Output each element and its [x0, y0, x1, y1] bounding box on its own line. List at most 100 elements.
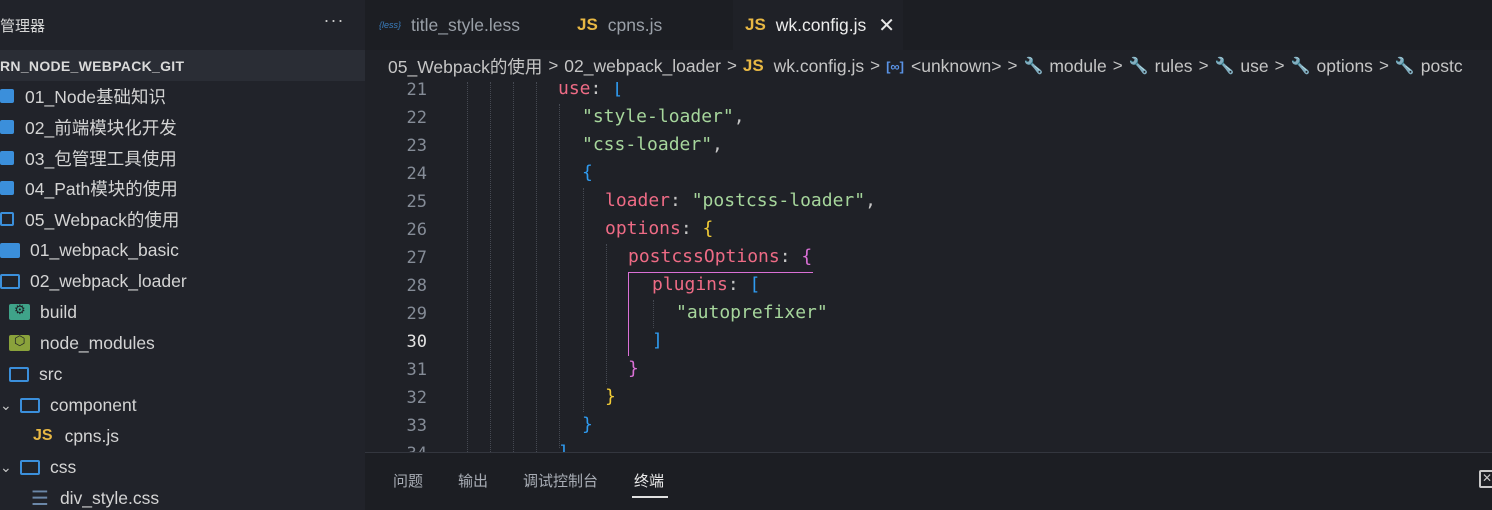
breadcrumb-unknown[interactable]: [∞] <unknown>	[886, 56, 1001, 77]
tree-folder-node-basics[interactable]: 01_Node基础知识	[0, 81, 365, 111]
code-line: 32 }	[365, 384, 1492, 412]
tree-folder-package-manager[interactable]: 03_包管理工具使用	[0, 143, 365, 173]
breadcrumb-label: rules	[1154, 55, 1193, 76]
folder-icon	[0, 89, 14, 103]
breadcrumb-use[interactable]: 🔧 use	[1215, 56, 1269, 77]
tree-folder-webpack-basic[interactable]: 01_webpack_basic	[0, 235, 365, 265]
chevron-down-icon: ⌄	[0, 458, 12, 475]
breadcrumb-separator: >	[870, 56, 881, 75]
tree-folder-node-modules[interactable]: node_modules	[0, 328, 365, 358]
tab-debug-console[interactable]: 调试控制台	[523, 470, 598, 491]
chevron-down-icon: ⌄	[0, 396, 12, 413]
breadcrumb-label: 02_webpack_loader	[564, 55, 721, 76]
tree-file-div-style-css[interactable]: ☰ div_style.css	[0, 483, 365, 510]
code-line: 31 }	[365, 356, 1492, 384]
folder-open-icon	[20, 397, 40, 413]
code-line: 27 postcssOptions: {	[365, 244, 1492, 272]
active-tab-indicator	[632, 496, 668, 498]
tree-item-label: src	[39, 363, 63, 384]
line-content: use: [	[558, 82, 623, 99]
line-number: 21	[406, 82, 427, 100]
code-token: "css-loader"	[582, 134, 713, 155]
code-line: 21 use: [	[365, 82, 1492, 104]
editor-tab-bar: {less} title_style.less JS cpns.js JS wk…	[365, 0, 1492, 50]
property-wrench-icon: 🔧	[1214, 58, 1235, 75]
code-token: "style-loader"	[582, 106, 734, 127]
tab-title-style-less[interactable]: {less} title_style.less	[379, 0, 559, 50]
folder-icon	[0, 181, 14, 195]
code-token: plugins	[652, 274, 728, 295]
line-number: 25	[406, 192, 427, 212]
folder-open-icon	[20, 459, 40, 475]
tree-folder-modular-dev[interactable]: 02_前端模块化开发	[0, 112, 365, 142]
tree-item-label: 03_包管理工具使用	[25, 148, 177, 169]
breadcrumb-webpack-folder[interactable]: 05_Webpack的使用	[388, 54, 542, 79]
tree-folder-css[interactable]: ⌄ css	[0, 452, 365, 482]
js-file-icon: JS	[745, 15, 766, 34]
line-number: 30	[406, 332, 427, 352]
code-token: }	[582, 414, 593, 435]
build-folder-icon	[9, 302, 30, 320]
line-content: "css-loader",	[582, 134, 723, 155]
less-file-icon: {less}	[379, 20, 402, 30]
object-icon: [∞]	[886, 58, 904, 74]
code-token: }	[628, 358, 639, 379]
tree-item-label: 04_Path模块的使用	[25, 178, 178, 199]
code-editor[interactable]: 21 use: [ 22 "style-loader", 23 "css-loa…	[365, 82, 1492, 452]
line-content: loader: "postcss-loader",	[605, 190, 876, 211]
breadcrumb-options[interactable]: 🔧 options	[1291, 56, 1373, 77]
close-panel-icon[interactable]: ✕	[1479, 470, 1492, 488]
close-tab-icon[interactable]: ✕	[878, 13, 895, 38]
folder-icon	[0, 151, 14, 165]
code-line: 22 "style-loader",	[365, 104, 1492, 132]
tree-folder-webpack-loader[interactable]: 02_webpack_loader	[0, 266, 365, 296]
code-line: 23 "css-loader",	[365, 132, 1492, 160]
line-content: }	[628, 358, 639, 379]
code-token: use	[558, 82, 591, 99]
code-line-current: 30 ]	[365, 328, 1492, 356]
code-line: 24 {	[365, 160, 1492, 188]
code-token: "autoprefixer"	[676, 302, 828, 323]
property-wrench-icon: 🔧	[1128, 58, 1149, 75]
breadcrumb-rules[interactable]: 🔧 rules	[1129, 56, 1193, 77]
tab-cpns-js[interactable]: JS cpns.js	[577, 0, 727, 50]
tree-folder-src[interactable]: src	[0, 359, 365, 389]
explorer-header: 管理器 ···	[0, 0, 365, 50]
breadcrumb-separator: >	[1112, 56, 1123, 75]
property-wrench-icon: 🔧	[1290, 58, 1311, 75]
tree-folder-path-module[interactable]: 04_Path模块的使用	[0, 173, 365, 203]
tab-terminal[interactable]: 终端	[634, 470, 664, 491]
tree-folder-build[interactable]: build	[0, 297, 365, 327]
folder-open-icon	[9, 366, 29, 382]
breadcrumb-label: wk.config.js	[773, 55, 865, 76]
tab-problems[interactable]: 问题	[393, 470, 423, 491]
tree-item-label: 02_webpack_loader	[30, 270, 187, 291]
tab-wk-config-js[interactable]: JS wk.config.js ✕	[733, 0, 903, 50]
tree-file-cpns-js[interactable]: JS cpns.js	[0, 421, 365, 451]
code-token: ]	[652, 330, 663, 351]
line-number: 31	[406, 360, 427, 380]
line-number: 32	[406, 388, 427, 408]
code-token: :	[670, 190, 692, 211]
tree-item-label: node_modules	[40, 332, 155, 353]
breadcrumb-loader-folder[interactable]: 02_webpack_loader	[564, 56, 721, 77]
tab-output[interactable]: 输出	[458, 470, 488, 491]
breadcrumb-postcss[interactable]: 🔧 postc	[1395, 56, 1463, 77]
tree-folder-component[interactable]: ⌄ component	[0, 390, 365, 420]
folder-open-icon	[0, 212, 14, 226]
tree-item-label: 01_webpack_basic	[30, 239, 179, 260]
breadcrumb-file[interactable]: JS wk.config.js	[743, 56, 864, 77]
project-name: RN_NODE_WEBPACK_GIT	[0, 58, 185, 74]
tree-item-label: cpns.js	[64, 425, 120, 446]
code-token: options	[605, 218, 681, 239]
more-actions-button[interactable]: ···	[322, 8, 346, 32]
tree-folder-webpack[interactable]: 05_Webpack的使用	[0, 204, 365, 234]
line-content: plugins: [	[652, 274, 760, 295]
explorer-sidebar: 管理器 ··· RN_NODE_WEBPACK_GIT 01_Node基础知识 …	[0, 0, 365, 510]
breadcrumb-label: postc	[1420, 55, 1463, 76]
line-content: "autoprefixer"	[676, 302, 828, 323]
line-number: 26	[406, 220, 427, 240]
breadcrumb-module[interactable]: 🔧 module	[1023, 56, 1106, 77]
project-root[interactable]: RN_NODE_WEBPACK_GIT	[0, 50, 365, 81]
folder-icon	[0, 120, 14, 134]
